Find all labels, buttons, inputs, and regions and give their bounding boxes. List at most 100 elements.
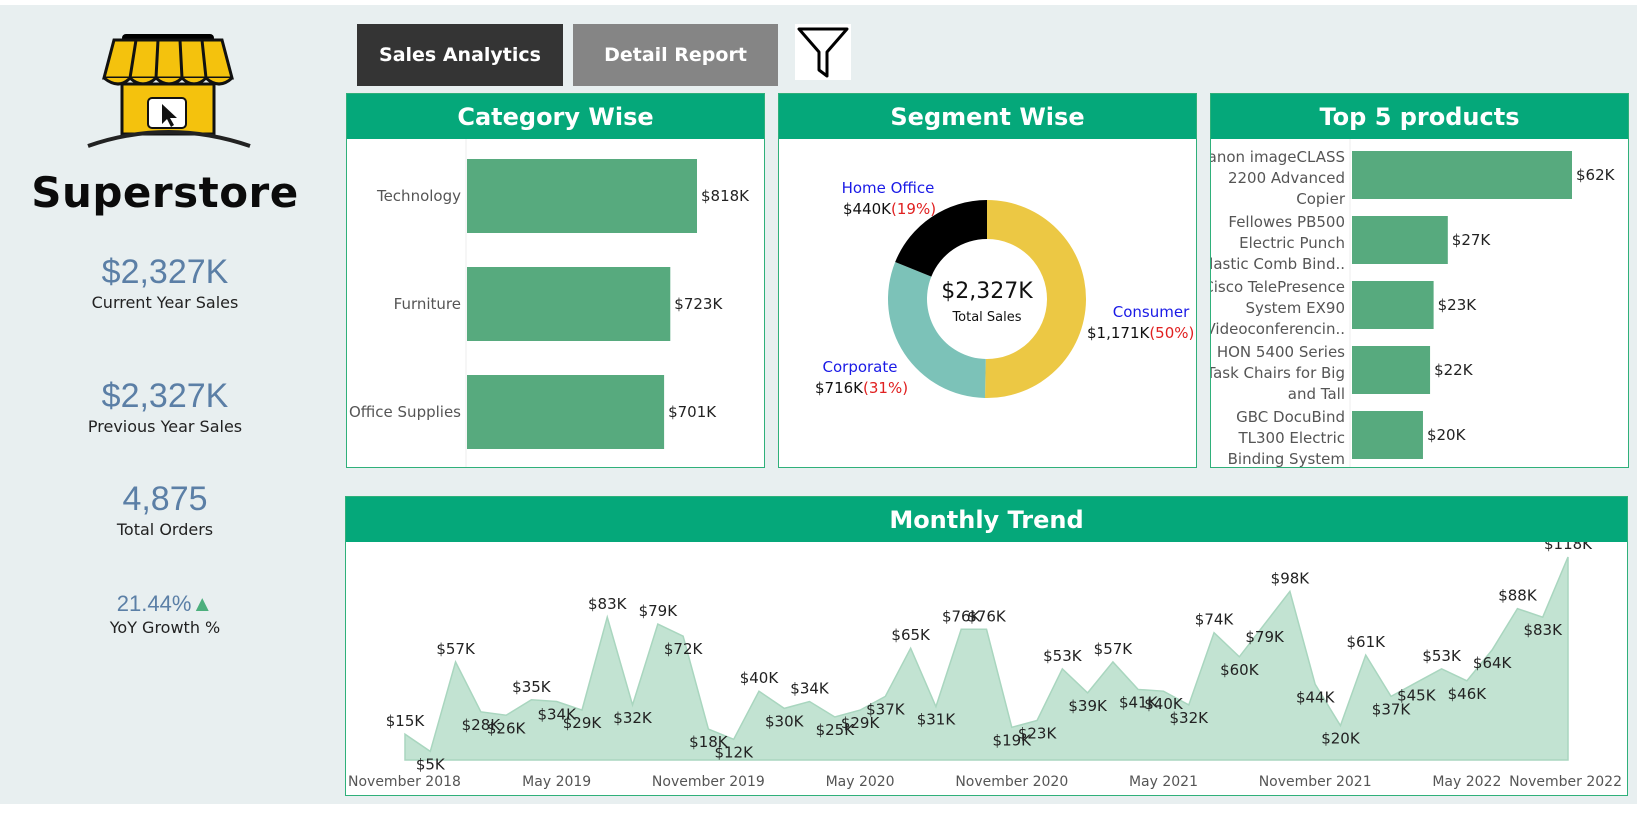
trend-axis-tick-label: May 2019	[522, 774, 591, 790]
product-label: Cisco TelePresence	[1211, 278, 1345, 296]
product-value-label: $20K	[1427, 426, 1467, 444]
segment-name-label: Consumer	[1113, 303, 1190, 321]
trend-point-label: $83K	[1523, 621, 1563, 639]
segment-value: $440K	[843, 200, 892, 218]
product-label: HON 5400 Series	[1217, 343, 1345, 361]
category-value-label: $701K	[668, 403, 717, 421]
trend-point-label: $29K	[563, 714, 603, 732]
product-label: 2200 Advanced	[1228, 169, 1345, 187]
trend-point-label: $76K	[967, 607, 1007, 625]
products-panel-title: Top 5 products	[1211, 94, 1628, 139]
segment-value-label: $716K(31%)	[815, 379, 908, 397]
product-label: Fellowes PB500	[1228, 213, 1345, 231]
kpi-value: $2,327K	[101, 253, 229, 291]
product-label: Plastic Comb Bind..	[1211, 255, 1345, 273]
trend-chart-area: $15K $5K $57K $28K $26K $35K $34K $29K $83K $32K $…	[346, 542, 1627, 795]
trend-point-label: $118K	[1544, 542, 1593, 553]
segment-name-label: Home Office	[842, 179, 935, 197]
trend-point-label: $44K	[1296, 688, 1336, 706]
product-label: Copier	[1296, 190, 1346, 208]
trend-point-label: $12K	[714, 743, 754, 761]
segment-chart-area: $2,327K Total Sales Consumer $1,171K(50%) Co…	[779, 139, 1196, 467]
product-value-label: $62K	[1576, 166, 1616, 184]
trend-point-label: $26K	[487, 719, 527, 737]
trend-point-label: $20K	[1321, 730, 1361, 748]
trend-axis-tick-label: November 2020	[955, 774, 1068, 790]
trend-point-label: $39K	[1068, 697, 1108, 715]
trend-point-label: $79K	[1245, 628, 1285, 646]
filter-funnel-icon	[797, 27, 849, 78]
trend-point-label: $74K	[1195, 611, 1235, 629]
trend-point-label: $35K	[512, 678, 552, 696]
trend-axis-tick-label: November 2019	[652, 774, 765, 790]
product-bar[interactable]	[1352, 346, 1431, 394]
detail-report-button[interactable]: Detail Report	[573, 24, 778, 86]
category-bar[interactable]	[467, 159, 697, 233]
product-label: Canon imageCLASS	[1211, 148, 1345, 166]
trend-point-label: $46K	[1448, 685, 1488, 703]
product-label: TL300 Electric	[1237, 429, 1345, 447]
trend-point-label: $79K	[639, 602, 679, 620]
kpi-label: YoY Growth %	[109, 618, 221, 637]
trend-point-label: $72K	[664, 640, 704, 658]
segment-value: $716K	[815, 379, 864, 397]
store-logo-icon	[82, 28, 254, 152]
kpi-label: Total Orders	[116, 520, 214, 539]
kpi-previous-year-sales: $2,327K Previous Year Sales	[0, 376, 330, 438]
filter-button[interactable]	[795, 24, 851, 80]
trend-point-label: $57K	[436, 640, 476, 658]
category-bar[interactable]	[467, 375, 665, 449]
trend-point-label: $60K	[1220, 661, 1260, 679]
segment-percent: (50%)	[1149, 324, 1194, 342]
product-label: Binding System	[1228, 450, 1345, 467]
donut-center-label: Total Sales	[951, 310, 1021, 325]
kpi-label: Current Year Sales	[91, 293, 239, 312]
trend-panel: Monthly Trend $15K $5K $57K $28K $26K $35K $34…	[345, 496, 1628, 796]
category-chart-area: Technology $818K Furniture $723K Office Supp…	[347, 139, 764, 467]
trend-point-label: $37K	[866, 700, 906, 718]
top-strip	[0, 0, 1637, 5]
product-bar[interactable]	[1352, 281, 1434, 329]
kpi-total-orders: 4,875 Total Orders	[0, 479, 330, 541]
category-label: Technology	[376, 187, 461, 205]
products-panel: Top 5 products Canon imageCLASS 2200 Adva…	[1210, 93, 1629, 468]
product-label: GBC DocuBind	[1236, 408, 1345, 426]
trend-axis-tick-label: May 2020	[826, 774, 895, 790]
segment-panel: Segment Wise $2,327K Total Sales Consumer $…	[778, 93, 1197, 468]
category-bar[interactable]	[467, 267, 671, 341]
category-panel-title: Category Wise	[347, 94, 764, 139]
trend-point-label: $83K	[588, 595, 628, 613]
category-value-label: $818K	[701, 187, 750, 205]
product-label: Videoconferencin..	[1211, 320, 1345, 338]
kpi-yoy-growth: 21.44%▲ YoY Growth %	[0, 591, 330, 639]
trend-axis-tick-label: November 2021	[1259, 774, 1372, 790]
trend-point-label: $98K	[1271, 569, 1311, 587]
category-panel: Category Wise Technology $818K Furniture $7…	[346, 93, 765, 468]
product-bar[interactable]	[1352, 216, 1448, 264]
trend-point-label: $53K	[1422, 647, 1462, 665]
trend-point-label: $32K	[613, 709, 653, 727]
trend-point-label: $15K	[386, 712, 426, 730]
segment-value-label: $1,171K(50%)	[1087, 324, 1194, 342]
trend-point-label: $30K	[765, 712, 805, 730]
kpi-value: 4,875	[122, 480, 208, 518]
trend-point-label: $61K	[1347, 633, 1387, 651]
trend-point-label: $23K	[1018, 724, 1058, 742]
monthly-trend-area-chart: $15K$5K$57K$28K$26K$35K$34K$29K$83K$32K$…	[348, 542, 1622, 790]
segment-name-label: Corporate	[823, 358, 898, 376]
trend-point-label: $45K	[1397, 687, 1437, 705]
product-label: and Tall	[1288, 385, 1345, 403]
trend-point-label: $57K	[1094, 640, 1134, 658]
trend-axis-tick-label: November 2022	[1509, 774, 1622, 790]
segment-percent: (19%)	[891, 200, 936, 218]
segment-panel-title: Segment Wise	[779, 94, 1196, 139]
product-bar[interactable]	[1352, 411, 1423, 459]
trend-point-label: $65K	[891, 626, 931, 644]
sales-analytics-button[interactable]: Sales Analytics	[357, 24, 563, 86]
product-label: Task Chairs for Big	[1211, 364, 1345, 382]
products-chart-area: Canon imageCLASS 2200 Advanced Copier $62K F…	[1211, 139, 1628, 467]
trend-axis-tick-label: November 2018	[348, 774, 461, 790]
donut-center-value: $2,327K	[941, 279, 1033, 304]
kpi-value: $2,327K	[101, 377, 229, 415]
product-bar[interactable]	[1352, 151, 1572, 199]
